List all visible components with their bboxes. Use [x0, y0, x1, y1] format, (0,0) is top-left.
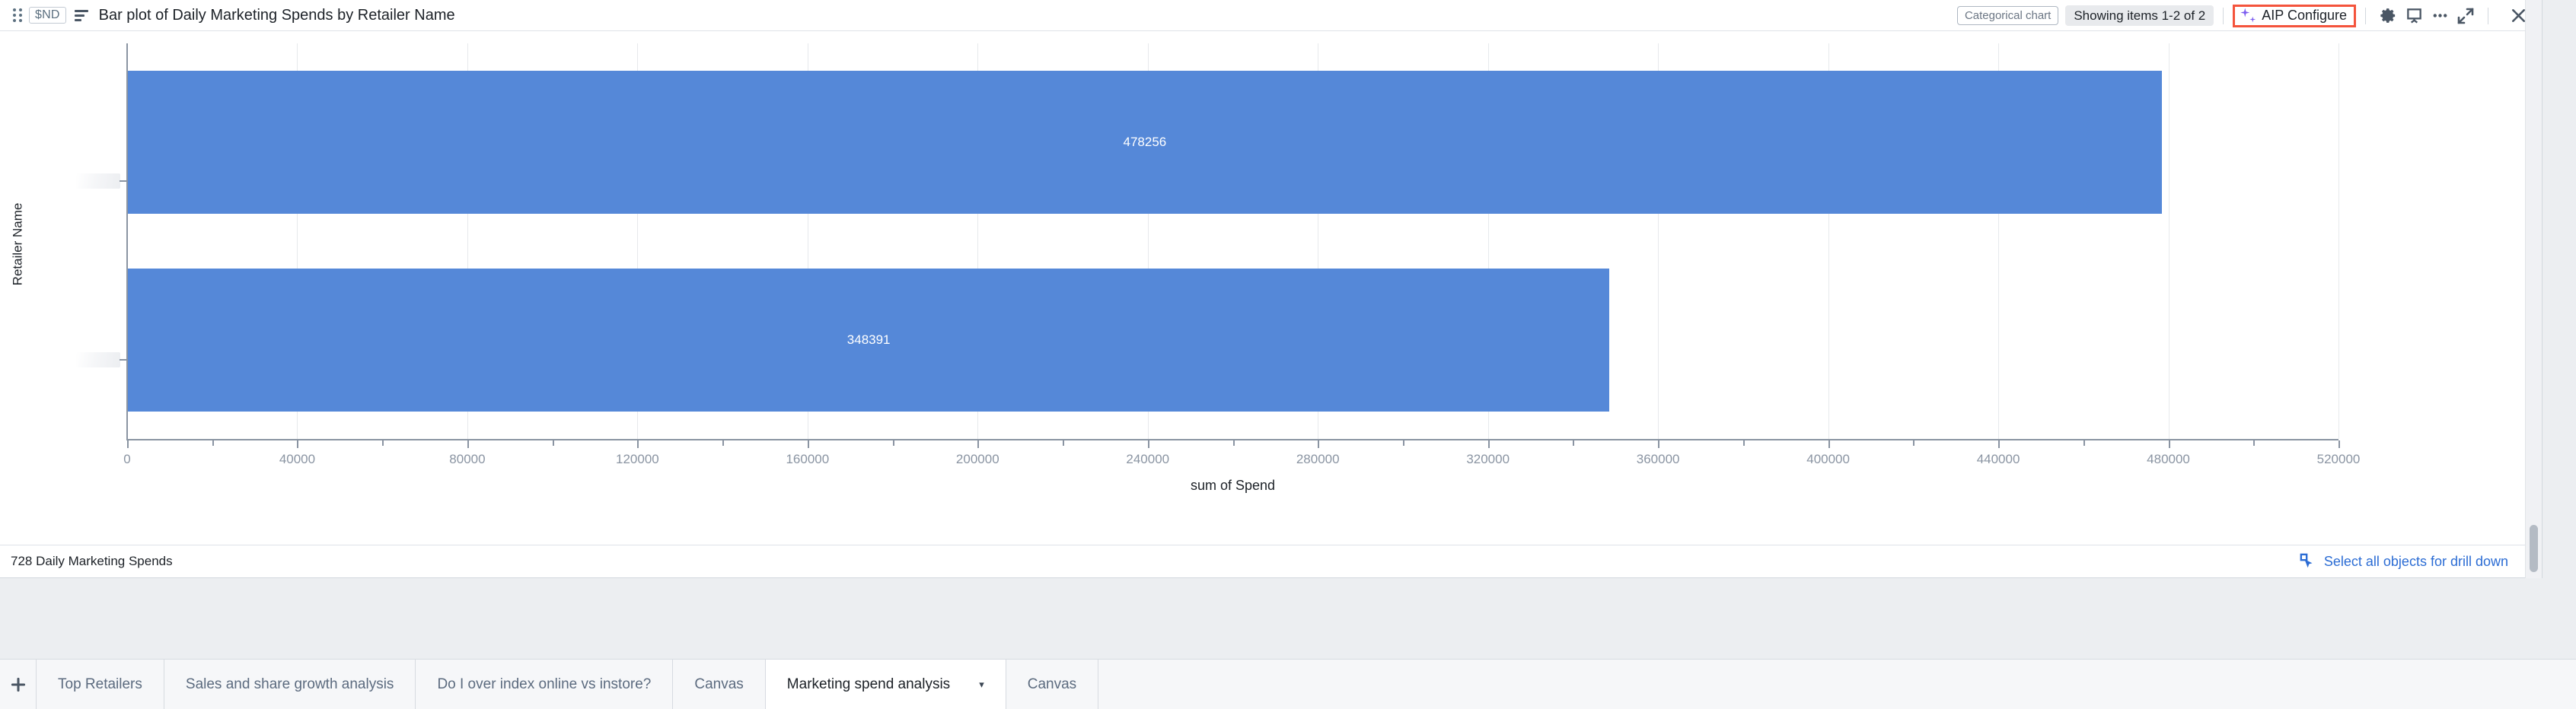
x-axis-tick-label: 440000 [1976, 452, 2020, 466]
x-axis-tick-label: 240000 [1126, 452, 1170, 466]
x-axis-tick-minor [382, 440, 384, 446]
x-axis-tick-minor [1742, 440, 1745, 446]
chart-plot-area: Retailer Name 478256 348391 0 40000 80000 12… [0, 31, 2542, 545]
x-axis-tick-label: 520000 [2316, 452, 2361, 466]
y-category-label-redacted [76, 173, 120, 189]
header-actions: Categorical chart Showing items 1-2 of 2… [1956, 0, 2542, 31]
divider [2223, 7, 2224, 24]
scrollbar-thumb[interactable] [2530, 525, 2538, 572]
widget-footer: 728 Daily Marketing Spends Select all ob… [0, 545, 2542, 577]
x-axis-tick-major [467, 440, 469, 448]
bar-chart-icon [74, 7, 91, 24]
select-all-drill-down-button[interactable]: Select all objects for drill down [2300, 553, 2508, 570]
x-axis-tick-major [1998, 440, 2001, 448]
drill-down-label: Select all objects for drill down [2323, 553, 2508, 569]
x-axis-tick-label: 280000 [1296, 452, 1340, 466]
x-axis-tick-major [127, 440, 129, 448]
x-axis-tick-major [1828, 440, 1830, 448]
status-badge-chart-type: Categorical chart [1956, 6, 2059, 25]
x-gridline [2168, 43, 2170, 439]
tab-marketing-spend-analysis[interactable]: Marketing spend analysis ▾ [765, 660, 1006, 709]
x-axis-tick-major [1658, 440, 1660, 448]
tab-label: Top Retailers [58, 676, 142, 692]
tab-canvas[interactable]: Canvas [673, 660, 766, 709]
bottom-tab-bar: Top Retailers Sales and share growth anal… [0, 659, 2576, 709]
tab-label: Marketing spend analysis [786, 676, 951, 692]
bar-value-label: 478256 [1123, 134, 1167, 149]
y-axis-title-label: Retailer Name [10, 202, 24, 286]
x-axis-tick-minor [2083, 440, 2085, 446]
x-axis-tick-label: 0 [123, 452, 131, 466]
x-axis-title: sum of Spend [1190, 478, 1276, 493]
tab-canvas[interactable]: Canvas [1006, 660, 1099, 709]
x-axis-tick-major [977, 440, 980, 448]
app-root: $ND Bar plot of Daily Marketing Spends b… [0, 0, 2576, 709]
x-axis-tick-minor [722, 440, 725, 446]
record-count-label: 728 Daily Marketing Spends [11, 554, 173, 568]
showing-items-count: Showing items 1-2 of 2 [2065, 5, 2214, 26]
x-axis-tick-major [1487, 440, 1490, 448]
divider [2365, 7, 2366, 24]
x-axis-tick-major [637, 440, 639, 448]
x-axis-tick-label: 200000 [955, 452, 999, 466]
x-axis-tick-minor [212, 440, 214, 446]
aip-configure-button[interactable]: AIP Configure [2233, 4, 2356, 27]
tab-do-i-over-index-online-vs-instore[interactable]: Do I over index online vs instore? [416, 660, 674, 709]
x-axis-tick-major [807, 440, 809, 448]
expand-arrows-icon[interactable] [2453, 3, 2479, 29]
tab-label: Canvas [694, 676, 744, 692]
bar[interactable]: 348391 [128, 269, 1610, 412]
x-axis-tick-major [1147, 440, 1149, 448]
x-axis-tick-major [1318, 440, 1320, 448]
tab-top-retailers[interactable]: Top Retailers [37, 660, 164, 709]
x-axis-tick-major [2338, 440, 2340, 448]
x-axis-tick-label: 80000 [449, 452, 486, 466]
x-gridline [2338, 43, 2339, 439]
x-axis-tick-label: 40000 [279, 452, 316, 466]
y-category-label-redacted [76, 352, 120, 367]
x-axis-tick-label: 480000 [2147, 452, 2190, 466]
x-axis-tick-major [297, 440, 299, 448]
tab-sales-and-share-growth-analysis[interactable]: Sales and share growth analysis [164, 660, 416, 709]
x-axis-tick-minor [552, 440, 554, 446]
ellipsis-icon[interactable] [2427, 3, 2453, 29]
x-axis-tick-label: 160000 [786, 452, 830, 466]
page-title: Bar plot of Daily Marketing Spends by Re… [98, 6, 455, 24]
vertical-scrollbar[interactable] [2525, 0, 2542, 578]
widget-header: $ND Bar plot of Daily Marketing Spends b… [0, 0, 2542, 31]
x-axis-tick-minor [1402, 440, 1404, 446]
y-axis-tick [120, 180, 127, 182]
x-axis-tick-minor [1913, 440, 1915, 446]
nd-badge: $ND [29, 7, 66, 24]
x-axis-tick-label: 120000 [616, 452, 659, 466]
chevron-down-icon[interactable]: ▾ [979, 679, 984, 691]
tab-label: Do I over index online vs instore? [437, 676, 652, 692]
tab-label: Sales and share growth analysis [185, 676, 394, 692]
x-axis-tick-minor [2253, 440, 2256, 446]
bar[interactable]: 478256 [128, 71, 2162, 214]
add-tab-button[interactable] [0, 660, 37, 709]
bar-value-label: 348391 [846, 332, 891, 347]
y-axis-title: Retailer Name [8, 31, 27, 457]
presentation-icon[interactable] [2401, 3, 2427, 29]
x-axis-tick-minor [1573, 440, 1575, 446]
chart-widget: $ND Bar plot of Daily Marketing Spends b… [0, 0, 2543, 578]
sparkles-icon [2240, 8, 2256, 24]
x-axis-tick-major [2168, 440, 2170, 448]
select-cursor-icon [2300, 553, 2316, 570]
aip-configure-label: AIP Configure [2262, 8, 2347, 23]
y-axis-tick [120, 359, 127, 361]
x-axis-tick-minor [1232, 440, 1235, 446]
gear-icon[interactable] [2375, 3, 2401, 29]
drag-dots-icon[interactable] [6, 8, 29, 22]
x-axis-tick-label: 320000 [1466, 452, 1510, 466]
x-axis-tick-minor [1063, 440, 1065, 446]
tab-label: Canvas [1027, 676, 1077, 692]
x-axis-tick-label: 360000 [1636, 452, 1680, 466]
x-axis-tick-minor [892, 440, 894, 446]
bars-container: 478256 348391 [127, 43, 2339, 439]
x-axis-tick-label: 400000 [1806, 452, 1850, 466]
